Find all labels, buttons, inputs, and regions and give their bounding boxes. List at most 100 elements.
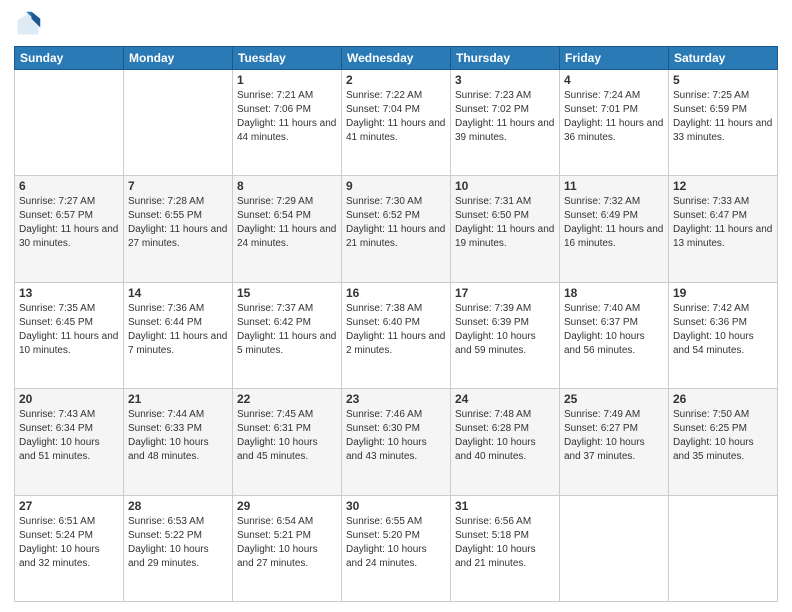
day-cell: 3 Sunrise: 7:23 AM Sunset: 7:02 PM Daylig… [451,70,560,176]
day-number: 12 [673,179,773,193]
col-header-friday: Friday [560,47,669,70]
day-cell: 22 Sunrise: 7:45 AM Sunset: 6:31 PM Dayli… [233,389,342,495]
day-info: Sunrise: 7:32 AM Sunset: 6:49 PM Dayligh… [564,195,664,251]
day-info: Sunrise: 7:31 AM Sunset: 6:50 PM Dayligh… [455,195,555,251]
logo-icon [14,10,42,38]
day-info: Sunrise: 6:53 AM Sunset: 5:22 PM Dayligh… [128,515,228,571]
day-info: Sunrise: 7:23 AM Sunset: 7:02 PM Dayligh… [455,89,555,145]
day-number: 29 [237,499,337,513]
day-number: 19 [673,286,773,300]
day-number: 30 [346,499,446,513]
day-cell: 4 Sunrise: 7:24 AM Sunset: 7:01 PM Daylig… [560,70,669,176]
day-cell: 15 Sunrise: 7:37 AM Sunset: 6:42 PM Dayli… [233,282,342,388]
day-info: Sunrise: 7:38 AM Sunset: 6:40 PM Dayligh… [346,302,446,358]
day-cell: 13 Sunrise: 7:35 AM Sunset: 6:45 PM Dayli… [15,282,124,388]
day-info: Sunrise: 7:49 AM Sunset: 6:27 PM Dayligh… [564,408,664,464]
day-number: 11 [564,179,664,193]
day-number: 3 [455,73,555,87]
day-info: Sunrise: 6:55 AM Sunset: 5:20 PM Dayligh… [346,515,446,571]
day-number: 24 [455,392,555,406]
day-info: Sunrise: 7:33 AM Sunset: 6:47 PM Dayligh… [673,195,773,251]
day-cell [560,495,669,601]
day-cell [124,70,233,176]
day-cell: 11 Sunrise: 7:32 AM Sunset: 6:49 PM Dayli… [560,176,669,282]
day-cell: 16 Sunrise: 7:38 AM Sunset: 6:40 PM Dayli… [342,282,451,388]
day-number: 5 [673,73,773,87]
day-cell: 21 Sunrise: 7:44 AM Sunset: 6:33 PM Dayli… [124,389,233,495]
day-number: 27 [19,499,119,513]
day-cell: 8Sunrise: 7:29 AM Sunset: 6:54 PM Daylig… [233,176,342,282]
logo [14,10,46,38]
day-info: Sunrise: 7:36 AM Sunset: 6:44 PM Dayligh… [128,302,228,358]
day-info: Sunrise: 7:50 AM Sunset: 6:25 PM Dayligh… [673,408,773,464]
day-cell: 1Sunrise: 7:21 AM Sunset: 7:06 PM Daylig… [233,70,342,176]
day-info: Sunrise: 7:37 AM Sunset: 6:42 PM Dayligh… [237,302,337,358]
day-number: 6 [19,179,119,193]
day-info: Sunrise: 7:42 AM Sunset: 6:36 PM Dayligh… [673,302,773,358]
day-info: Sunrise: 7:44 AM Sunset: 6:33 PM Dayligh… [128,408,228,464]
day-cell: 19 Sunrise: 7:42 AM Sunset: 6:36 PM Dayli… [669,282,778,388]
day-info: Sunrise: 6:56 AM Sunset: 5:18 PM Dayligh… [455,515,555,571]
day-number: 15 [237,286,337,300]
day-info: Sunrise: 7:25 AM Sunset: 6:59 PM Dayligh… [673,89,773,145]
day-cell: 2Sunrise: 7:22 AM Sunset: 7:04 PM Daylig… [342,70,451,176]
calendar-header-row: SundayMondayTuesdayWednesdayThursdayFrid… [15,47,778,70]
day-number: 21 [128,392,228,406]
header [14,10,778,38]
day-info: Sunrise: 7:48 AM Sunset: 6:28 PM Dayligh… [455,408,555,464]
day-cell: 10 Sunrise: 7:31 AM Sunset: 6:50 PM Dayli… [451,176,560,282]
day-cell: 9Sunrise: 7:30 AM Sunset: 6:52 PM Daylig… [342,176,451,282]
day-number: 17 [455,286,555,300]
day-info: Sunrise: 7:28 AM Sunset: 6:55 PM Dayligh… [128,195,228,251]
col-header-thursday: Thursday [451,47,560,70]
day-number: 10 [455,179,555,193]
page: SundayMondayTuesdayWednesdayThursdayFrid… [0,0,792,612]
day-info: Sunrise: 7:27 AM Sunset: 6:57 PM Dayligh… [19,195,119,251]
day-info: Sunrise: 6:51 AM Sunset: 5:24 PM Dayligh… [19,515,119,571]
day-cell: 18Sunrise: 7:40 AM Sunset: 6:37 PM Dayli… [560,282,669,388]
day-number: 20 [19,392,119,406]
day-cell: 28 Sunrise: 6:53 AM Sunset: 5:22 PM Dayli… [124,495,233,601]
day-cell: 24 Sunrise: 7:48 AM Sunset: 6:28 PM Dayli… [451,389,560,495]
day-cell: 29 Sunrise: 6:54 AM Sunset: 5:21 PM Dayli… [233,495,342,601]
day-cell: 12 Sunrise: 7:33 AM Sunset: 6:47 PM Dayli… [669,176,778,282]
day-cell [669,495,778,601]
week-row-5: 27 Sunrise: 6:51 AM Sunset: 5:24 PM Dayli… [15,495,778,601]
day-info: Sunrise: 7:30 AM Sunset: 6:52 PM Dayligh… [346,195,446,251]
day-cell [15,70,124,176]
day-cell: 5 Sunrise: 7:25 AM Sunset: 6:59 PM Daylig… [669,70,778,176]
day-info: Sunrise: 7:40 AM Sunset: 6:37 PM Dayligh… [564,302,664,358]
day-info: Sunrise: 7:21 AM Sunset: 7:06 PM Dayligh… [237,89,337,145]
day-number: 8 [237,179,337,193]
col-header-saturday: Saturday [669,47,778,70]
day-number: 26 [673,392,773,406]
day-cell: 7Sunrise: 7:28 AM Sunset: 6:55 PM Daylig… [124,176,233,282]
day-info: Sunrise: 7:43 AM Sunset: 6:34 PM Dayligh… [19,408,119,464]
day-cell: 31 Sunrise: 6:56 AM Sunset: 5:18 PM Dayli… [451,495,560,601]
col-header-monday: Monday [124,47,233,70]
col-header-sunday: Sunday [15,47,124,70]
day-number: 28 [128,499,228,513]
week-row-4: 20 Sunrise: 7:43 AM Sunset: 6:34 PM Dayli… [15,389,778,495]
day-number: 22 [237,392,337,406]
day-cell: 20 Sunrise: 7:43 AM Sunset: 6:34 PM Dayli… [15,389,124,495]
day-info: Sunrise: 7:24 AM Sunset: 7:01 PM Dayligh… [564,89,664,145]
col-header-wednesday: Wednesday [342,47,451,70]
day-cell: 6 Sunrise: 7:27 AM Sunset: 6:57 PM Daylig… [15,176,124,282]
week-row-1: 1Sunrise: 7:21 AM Sunset: 7:06 PM Daylig… [15,70,778,176]
day-cell: 30 Sunrise: 6:55 AM Sunset: 5:20 PM Dayli… [342,495,451,601]
day-number: 25 [564,392,664,406]
day-info: Sunrise: 6:54 AM Sunset: 5:21 PM Dayligh… [237,515,337,571]
day-number: 16 [346,286,446,300]
day-info: Sunrise: 7:22 AM Sunset: 7:04 PM Dayligh… [346,89,446,145]
day-cell: 14 Sunrise: 7:36 AM Sunset: 6:44 PM Dayli… [124,282,233,388]
day-info: Sunrise: 7:35 AM Sunset: 6:45 PM Dayligh… [19,302,119,358]
day-cell: 25 Sunrise: 7:49 AM Sunset: 6:27 PM Dayli… [560,389,669,495]
day-number: 13 [19,286,119,300]
calendar-table: SundayMondayTuesdayWednesdayThursdayFrid… [14,46,778,602]
day-number: 31 [455,499,555,513]
week-row-3: 13 Sunrise: 7:35 AM Sunset: 6:45 PM Dayli… [15,282,778,388]
day-number: 4 [564,73,664,87]
day-info: Sunrise: 7:45 AM Sunset: 6:31 PM Dayligh… [237,408,337,464]
day-number: 14 [128,286,228,300]
